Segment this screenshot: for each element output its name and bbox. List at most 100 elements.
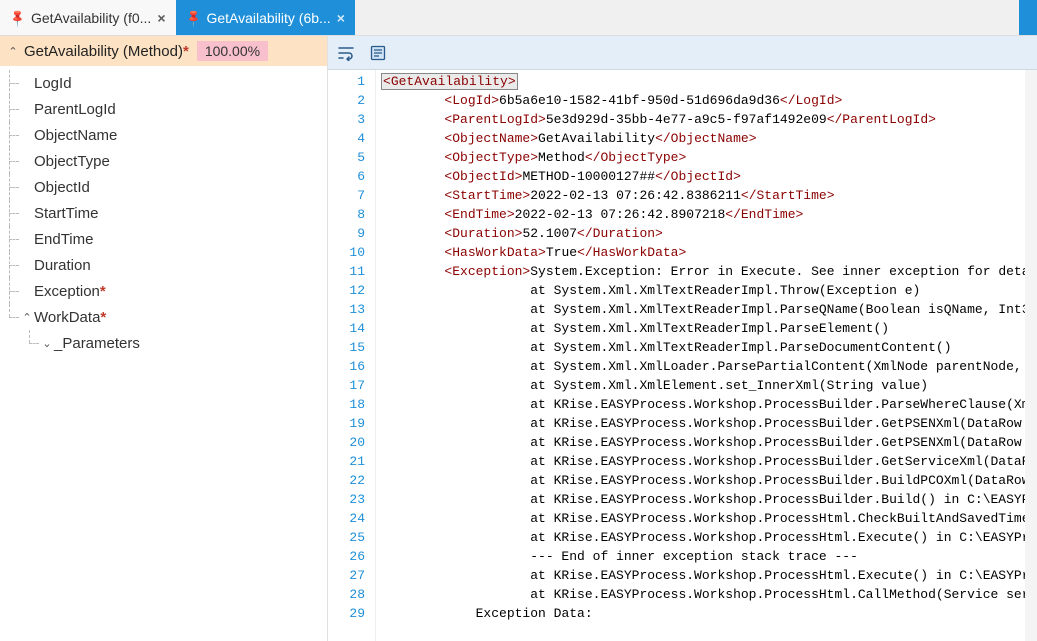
code-line: at KRise.EASYProcess.Workshop.ProcessBui… <box>382 395 1025 414</box>
tree-node-label: StartTime <box>34 205 98 222</box>
tree-node-objectname[interactable]: ObjectName <box>0 122 327 148</box>
line-number: 12 <box>328 281 365 300</box>
code-line: at KRise.EASYProcess.Workshop.ProcessHtm… <box>382 566 1025 585</box>
line-number: 23 <box>328 490 365 509</box>
tree-node-label: EndTime <box>34 231 93 248</box>
code-line: <ObjectId>METHOD-10000127##</ObjectId> <box>382 167 1025 186</box>
code-line: <ParentLogId>5e3d929d-35bb-4e77-a9c5-f97… <box>382 110 1025 129</box>
line-number: 2 <box>328 91 365 110</box>
code-line: at KRise.EASYProcess.Workshop.ProcessBui… <box>382 452 1025 471</box>
line-number: 20 <box>328 433 365 452</box>
line-number: 6 <box>328 167 365 186</box>
line-number: 22 <box>328 471 365 490</box>
tree-node-duration[interactable]: Duration <box>0 252 327 278</box>
tree-root[interactable]: ⌃ GetAvailability (Method)* 100.00% <box>0 36 327 66</box>
line-number: 16 <box>328 357 365 376</box>
line-number: 5 <box>328 148 365 167</box>
tree-node-parentlogid[interactable]: ParentLogId <box>0 96 327 122</box>
line-number: 21 <box>328 452 365 471</box>
caret-none <box>20 181 34 193</box>
line-number: 26 <box>328 547 365 566</box>
tab-label: GetAvailability (6b... <box>206 10 330 26</box>
code-line: at KRise.EASYProcess.Workshop.ProcessHtm… <box>382 528 1025 547</box>
tree-node-endtime[interactable]: EndTime <box>0 226 327 252</box>
line-number: 13 <box>328 300 365 319</box>
tab-bar: 📌 GetAvailability (f0... × 📌 GetAvailabi… <box>0 0 1037 36</box>
code-line: at System.Xml.XmlTextReaderImpl.ParseEle… <box>382 319 1025 338</box>
wrap-icon[interactable] <box>338 45 356 61</box>
tree-node-exception[interactable]: Exception* <box>0 278 327 304</box>
outline-sidebar: ⌃ GetAvailability (Method)* 100.00% LogI… <box>0 36 328 641</box>
select-all-icon[interactable] <box>370 45 386 61</box>
caret-none <box>20 207 34 219</box>
line-number: 11 <box>328 262 365 281</box>
code-line: at KRise.EASYProcess.Workshop.ProcessBui… <box>382 414 1025 433</box>
caret-none <box>20 285 34 297</box>
code-line: <GetAvailability> <box>382 72 1025 91</box>
line-gutter: 1234567891011121314151617181920212223242… <box>328 70 376 641</box>
tree-node-label: Duration <box>34 257 91 274</box>
tree-node-starttime[interactable]: StartTime <box>0 200 327 226</box>
caret-open-icon[interactable]: ⌃ <box>6 45 20 58</box>
code-line: at KRise.EASYProcess.Workshop.ProcessHtm… <box>382 509 1025 528</box>
code-line: <Duration>52.1007</Duration> <box>382 224 1025 243</box>
caret-closed-icon[interactable]: ⌄ <box>40 337 54 350</box>
code-line: at System.Xml.XmlTextReaderImpl.ParseDoc… <box>382 338 1025 357</box>
tree-node-label: WorkData* <box>34 309 106 326</box>
tree-body: LogId ParentLogId ObjectName ObjectType … <box>0 66 327 641</box>
line-number: 1 <box>328 72 365 91</box>
line-number: 24 <box>328 509 365 528</box>
code-line: <LogId>6b5a6e10-1582-41bf-950d-51d696da9… <box>382 91 1025 110</box>
caret-none <box>20 155 34 167</box>
editor: 1234567891011121314151617181920212223242… <box>328 36 1037 641</box>
tab-label: GetAvailability (f0... <box>31 10 151 26</box>
tree-node-label: ObjectName <box>34 127 117 144</box>
caret-none <box>20 103 34 115</box>
code-line: <Exception>System.Exception: Error in Ex… <box>382 262 1025 281</box>
line-number: 10 <box>328 243 365 262</box>
tree-node-label: ObjectType <box>34 153 110 170</box>
tree-node-label: ObjectId <box>34 179 90 196</box>
code-content[interactable]: <GetAvailability> <LogId>6b5a6e10-1582-4… <box>376 70 1025 641</box>
pin-icon: 📌 <box>183 7 203 27</box>
code-line: at KRise.EASYProcess.Workshop.ProcessBui… <box>382 433 1025 452</box>
line-number: 7 <box>328 186 365 205</box>
tab-getavailability-6b[interactable]: 📌 GetAvailability (6b... × <box>176 0 355 35</box>
tree-node-workdata[interactable]: ⌃WorkData* <box>0 304 327 330</box>
tree-node-_parameters[interactable]: ⌄_Parameters <box>0 330 327 356</box>
line-number: 25 <box>328 528 365 547</box>
tree-node-label: _Parameters <box>54 335 140 352</box>
line-number: 4 <box>328 129 365 148</box>
tree-node-label: LogId <box>34 75 72 92</box>
caret-none <box>20 129 34 141</box>
tree-node-objectid[interactable]: ObjectId <box>0 174 327 200</box>
tree-node-label: Exception* <box>34 283 106 300</box>
line-number: 28 <box>328 585 365 604</box>
line-number: 15 <box>328 338 365 357</box>
tab-spacer <box>355 0 1019 35</box>
close-icon[interactable]: × <box>337 10 345 26</box>
pin-icon: 📌 <box>7 7 27 27</box>
caret-open-icon[interactable]: ⌃ <box>20 311 34 324</box>
code-line: at System.Xml.XmlElement.set_InnerXml(St… <box>382 376 1025 395</box>
code-line: <EndTime>2022-02-13 07:26:42.8907218</En… <box>382 205 1025 224</box>
code-line: at System.Xml.XmlTextReaderImpl.Throw(Ex… <box>382 281 1025 300</box>
line-number: 17 <box>328 376 365 395</box>
caret-none <box>20 77 34 89</box>
code-line: Exception Data: <box>382 604 1025 623</box>
overview-ruler[interactable] <box>1025 70 1037 641</box>
tab-accent <box>1019 0 1037 35</box>
line-number: 8 <box>328 205 365 224</box>
code-line: at System.Xml.XmlTextReaderImpl.ParseQNa… <box>382 300 1025 319</box>
tab-getavailability-f0[interactable]: 📌 GetAvailability (f0... × <box>0 0 176 35</box>
close-icon[interactable]: × <box>157 10 165 26</box>
code-line: --- End of inner exception stack trace -… <box>382 547 1025 566</box>
code-line: at KRise.EASYProcess.Workshop.ProcessBui… <box>382 471 1025 490</box>
code-line: at System.Xml.XmlLoader.ParsePartialCont… <box>382 357 1025 376</box>
line-number: 18 <box>328 395 365 414</box>
editor-body: 1234567891011121314151617181920212223242… <box>328 70 1037 641</box>
code-line: <ObjectType>Method</ObjectType> <box>382 148 1025 167</box>
tree-node-objecttype[interactable]: ObjectType <box>0 148 327 174</box>
line-number: 29 <box>328 604 365 623</box>
tree-node-logid[interactable]: LogId <box>0 70 327 96</box>
